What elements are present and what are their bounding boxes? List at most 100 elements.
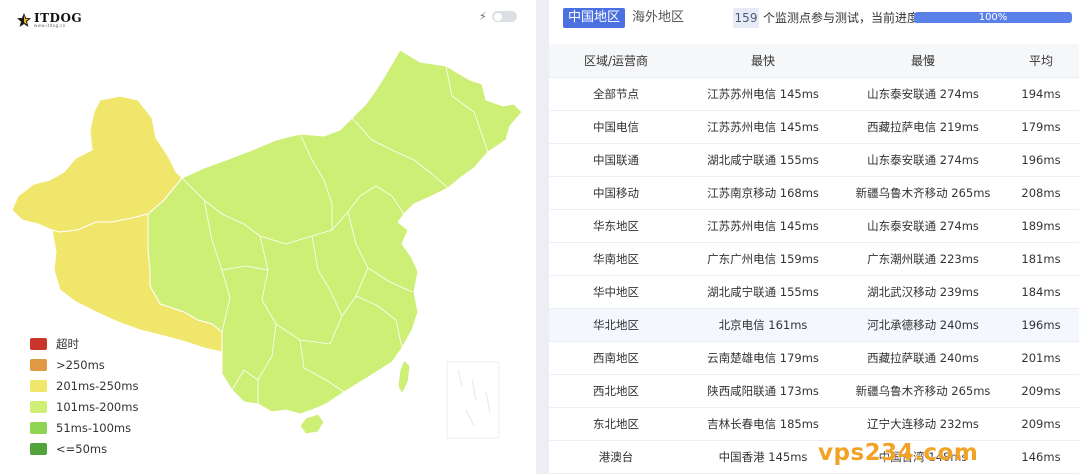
map-region-hainan[interactable] [299, 413, 325, 435]
fastest-cell: 广东广州电信 159ms [683, 242, 843, 276]
average-cell: 146ms [1003, 440, 1079, 474]
table-row[interactable]: 全部节点 江苏苏州电信 145ms 山东泰安联通 274ms 194ms [549, 77, 1079, 111]
legend-label: 201ms-250ms [56, 378, 139, 393]
col-header-region[interactable]: 区域/运营商 [549, 44, 683, 78]
region-cell: 东北地区 [549, 407, 683, 441]
results-table: 区域/运营商 最快 最慢 平均 全部节点 江苏苏州电信 145ms 山东泰安联通 2… [549, 44, 1079, 474]
region-cell: 全部节点 [549, 77, 683, 111]
average-cell: 196ms [1003, 308, 1079, 342]
legend-item[interactable]: 51ms-100ms [30, 417, 138, 438]
legend-swatch [30, 442, 47, 455]
fastest-cell: 湖北咸宁联通 155ms [683, 143, 843, 177]
table-row[interactable]: 中国联通 湖北咸宁联通 155ms 山东泰安联通 274ms 196ms [549, 143, 1079, 177]
legend-label: 101ms-200ms [56, 399, 139, 414]
slowest-cell: 西藏拉萨电信 219ms [843, 110, 1003, 144]
table-row[interactable]: 东北地区 吉林长春电信 185ms 辽宁大连移动 232ms 209ms [549, 407, 1079, 441]
average-cell: 189ms [1003, 209, 1079, 243]
star-logo-icon [17, 13, 31, 27]
legend-label: >250ms [56, 357, 105, 372]
table-row[interactable]: 中国移动 江苏南京移动 168ms 新疆乌鲁木齐移动 265ms 208ms [549, 176, 1079, 210]
legend-item[interactable]: <=50ms [30, 438, 138, 459]
slowest-cell: 山东泰安联通 274ms [843, 143, 1003, 177]
slowest-cell: 广东潮州联通 223ms [843, 242, 1003, 276]
itdog-logo: ITDOG www.itdog.cn [16, 12, 82, 28]
table-row[interactable]: 港澳台 中国香港 145ms 中国台湾 148ms 146ms [549, 440, 1079, 474]
legend-label: 超时 [56, 336, 79, 351]
col-header-fastest[interactable]: 最快 [683, 44, 843, 78]
results-panel: 中国地区 海外地区 159 个监测点参与测试，当前进度： 100% 区域/运营商… [549, 0, 1079, 474]
legend-item[interactable]: 101ms-200ms [30, 396, 138, 417]
legend-swatch [30, 358, 47, 371]
average-cell: 201ms [1003, 341, 1079, 375]
col-header-slowest[interactable]: 最慢 [843, 44, 1003, 78]
slowest-cell: 辽宁大连移动 232ms [843, 407, 1003, 441]
map-region-east[interactable] [147, 49, 523, 415]
legend-item[interactable]: >250ms [30, 354, 138, 375]
legend-item[interactable]: 201ms-250ms [30, 375, 138, 396]
region-cell: 中国电信 [549, 110, 683, 144]
legend-label: 51ms-100ms [56, 420, 132, 435]
bolt-icon: ⚡ [479, 10, 487, 23]
map-toggle-group: ⚡ [479, 11, 517, 22]
panel-divider [536, 0, 549, 474]
region-cell: 华北地区 [549, 308, 683, 342]
table-row[interactable]: 华南地区 广东广州电信 159ms 广东潮州联通 223ms 181ms [549, 242, 1079, 276]
map-region-taiwan[interactable] [397, 359, 411, 396]
region-cell: 华中地区 [549, 275, 683, 309]
progress-percent: 100% [978, 12, 1008, 23]
region-cell: 华南地区 [549, 242, 683, 276]
average-cell: 208ms [1003, 176, 1079, 210]
region-cell: 西南地区 [549, 341, 683, 375]
table-row[interactable]: 中国电信 江苏苏州电信 145ms 西藏拉萨电信 219ms 179ms [549, 110, 1079, 144]
table-row[interactable]: 华北地区 北京电信 161ms 河北承德移动 240ms 196ms [549, 308, 1079, 342]
legend-swatch [30, 421, 47, 434]
col-header-average[interactable]: 平均 [1003, 44, 1079, 78]
fastest-cell: 江苏苏州电信 145ms [683, 77, 843, 111]
slowest-cell: 新疆乌鲁木齐移动 265ms [843, 176, 1003, 210]
toggle-knob [493, 12, 502, 21]
slowest-cell: 山东泰安联通 274ms [843, 77, 1003, 111]
table-row[interactable]: 华东地区 江苏苏州电信 145ms 山东泰安联通 274ms 189ms [549, 209, 1079, 243]
results-topbar: 中国地区 海外地区 159 个监测点参与测试，当前进度： 100% [549, 0, 1079, 40]
legend-swatch [30, 379, 47, 392]
progress-bar-fill: 100% [914, 12, 1072, 23]
slowest-cell: 西藏拉萨联通 240ms [843, 341, 1003, 375]
region-cell: 中国联通 [549, 143, 683, 177]
average-cell: 209ms [1003, 374, 1079, 408]
node-count-badge: 159 [733, 8, 759, 28]
tab-overseas[interactable]: 海外地区 [627, 8, 689, 28]
legend-item[interactable]: 超时 [30, 333, 138, 354]
fastest-cell: 云南楚雄电信 179ms [683, 341, 843, 375]
region-cell: 西北地区 [549, 374, 683, 408]
legend-swatch [30, 337, 47, 350]
fastest-cell: 江苏苏州电信 145ms [683, 110, 843, 144]
map-panel: ITDOG www.itdog.cn ⚡ 超时 >250ms 201ms-250ms… [0, 0, 536, 474]
fastest-cell: 江苏南京移动 168ms [683, 176, 843, 210]
progress-caption: 个监测点参与测试，当前进度： [763, 11, 932, 25]
legend-label: <=50ms [56, 441, 108, 456]
region-cell: 华东地区 [549, 209, 683, 243]
average-cell: 184ms [1003, 275, 1079, 309]
fastest-cell: 吉林长春电信 185ms [683, 407, 843, 441]
latency-legend: 超时 >250ms 201ms-250ms 101ms-200ms 51ms-100ms… [30, 333, 138, 459]
fastest-cell: 北京电信 161ms [683, 308, 843, 342]
fastest-cell: 江苏苏州电信 145ms [683, 209, 843, 243]
slowest-cell: 山东泰安联通 274ms [843, 209, 1003, 243]
average-cell: 181ms [1003, 242, 1079, 276]
table-row[interactable]: 西北地区 陕西咸阳联通 173ms 新疆乌鲁木齐移动 265ms 209ms [549, 374, 1079, 408]
average-cell: 179ms [1003, 110, 1079, 144]
fastest-cell: 陕西咸阳联通 173ms [683, 374, 843, 408]
region-cell: 中国移动 [549, 176, 683, 210]
table-row[interactable]: 华中地区 湖北咸宁联通 155ms 湖北武汉移动 239ms 184ms [549, 275, 1079, 309]
slowest-cell: 湖北武汉移动 239ms [843, 275, 1003, 309]
slowest-cell: 新疆乌鲁木齐移动 265ms [843, 374, 1003, 408]
table-row[interactable]: 西南地区 云南楚雄电信 179ms 西藏拉萨联通 240ms 201ms [549, 341, 1079, 375]
map-toggle-switch[interactable] [491, 11, 517, 22]
tab-china[interactable]: 中国地区 [563, 8, 626, 28]
legend-swatch [30, 400, 47, 413]
average-cell: 209ms [1003, 407, 1079, 441]
table-header-row: 区域/运营商 最快 最慢 平均 [549, 44, 1079, 78]
progress-bar: 100% [914, 12, 1072, 23]
average-cell: 194ms [1003, 77, 1079, 111]
site-watermark: vps234.com [818, 440, 979, 466]
